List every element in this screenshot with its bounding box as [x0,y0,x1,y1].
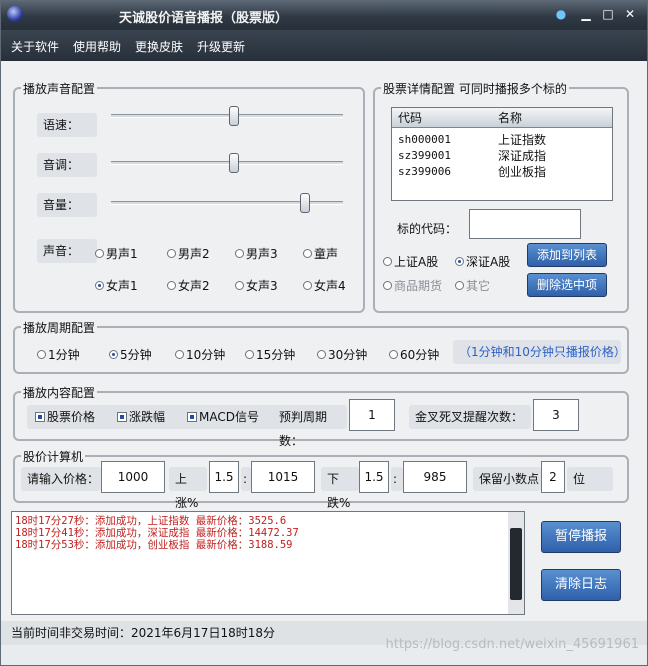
close-button[interactable]: ✕ [623,7,637,21]
period-option[interactable]: 60分钟 [389,346,439,363]
decimals-input[interactable]: 2 [541,461,565,493]
period-config-title: 播放周期配置 [21,319,98,336]
menu-update[interactable]: 升级更新 [197,38,245,55]
voice-option[interactable]: 女声2 [167,277,210,294]
volume-label: 音量： [37,193,97,217]
menu-skin[interactable]: 更换皮肤 [135,38,183,55]
volume-slider[interactable] [299,193,310,213]
stock-row[interactable]: sz399006 创业板指 [392,164,612,180]
decimals-label: 保留小数点 [473,467,541,491]
stock-row[interactable]: sh000001 上证指数 [392,132,612,148]
market-option[interactable]: 深证A股 [455,253,510,270]
code-input[interactable] [469,209,581,239]
down-colon: : [391,467,403,491]
app-logo-icon [7,6,23,22]
rate-slider-track [111,114,343,118]
column-name: 名称 [498,111,523,125]
sound-config-title: 播放声音配置 [21,80,98,97]
forecast-label: 预判周期数： [273,405,347,448]
log-scrollbar[interactable] [508,512,524,614]
period-option[interactable]: 15分钟 [245,346,295,363]
calculator-group: 股价计算机 请输入价格： 1000 上涨% 1.5 : 1015 下跌% 1.5… [13,448,629,510]
clear-log-button[interactable]: 清除日志 [541,569,621,601]
up-pct-input[interactable]: 1.5 [209,461,239,493]
content-config-title: 播放内容配置 [21,384,98,401]
stock-list[interactable]: 代码 名称 sh000001 上证指数 sz399001 深证成指 sz3990… [391,107,613,201]
content-config-group: 播放内容配置 股票价格 涨跌幅 MACD信号 预判周期数： 1 金叉死叉提醒次数… [13,384,629,448]
rate-label: 语速： [37,113,97,137]
content-item-change[interactable]: 涨跌幅 [117,405,165,429]
log-line: 18时17分53秒：添加成功，创业板指 最新价格：3188.59 [15,539,293,551]
content-items-panel: 股票价格 涨跌幅 MACD信号 [27,405,277,429]
stock-config-group: 股票详情配置 可同时播报多个标的 代码 名称 sh000001 上证指数 sz3… [373,80,629,313]
menu-help[interactable]: 使用帮助 [73,38,121,55]
up-label: 上涨% [169,467,207,510]
content-item-price[interactable]: 股票价格 [35,405,95,429]
up-result[interactable]: 1015 [251,461,315,493]
down-pct-input[interactable]: 1.5 [359,461,389,493]
stock-config-title: 股票详情配置 可同时播报多个标的 [381,80,569,97]
rate-slider[interactable] [228,106,239,126]
market-option[interactable]: 其它 [455,277,490,294]
log-line: 18时17分27秒：添加成功，上证指数 最新价格：3525.6 [15,515,287,527]
skin-icon[interactable]: ● [554,7,568,21]
market-option[interactable]: 上证A股 [383,253,438,270]
voice-option[interactable]: 女声4 [303,277,346,294]
pitch-slider[interactable] [228,153,239,173]
down-label: 下跌% [321,467,359,510]
watermark: https://blog.csdn.net/weixin_45691961 [385,637,639,652]
code-label: 标的代码： [397,222,458,236]
add-to-list-button[interactable]: 添加到列表 [527,243,607,267]
pitch-label: 音调： [37,153,97,177]
sound-config-group: 播放声音配置 语速： 音调： 音量： 声音： 男声1 男声2 男声3 童声 女声… [13,80,365,313]
log-scroll-thumb[interactable] [510,528,522,600]
period-config-group: 播放周期配置 1分钟 5分钟 10分钟 15分钟 30分钟 60分钟 （1分钟和… [13,319,629,374]
content-item-macd[interactable]: MACD信号 [187,405,259,429]
period-option[interactable]: 10分钟 [175,346,225,363]
market-option[interactable]: 商品期货 [383,277,442,294]
cross-label: 金叉死叉提醒次数： [409,405,531,429]
log-line: 18时17分41秒：添加成功，深证成指 最新价格：14472.37 [15,527,299,539]
period-hint: （1分钟和10分钟只播报价格） [453,340,626,364]
decimals-unit: 位 [567,467,613,491]
pause-button[interactable]: 暂停播报 [541,521,621,553]
voice-label: 声音： [37,239,97,263]
down-result[interactable]: 985 [403,461,467,493]
voice-option[interactable]: 女声1 [95,277,138,294]
window-title: 天诚股价语音播报（股票版） [119,11,289,26]
period-option[interactable]: 1分钟 [37,346,80,363]
voice-option[interactable]: 女声3 [235,277,278,294]
forecast-input[interactable]: 1 [349,399,395,431]
voice-option[interactable]: 男声1 [95,245,138,262]
stock-row[interactable]: sz399001 深证成指 [392,148,612,164]
minimize-button[interactable]: ▁ [579,7,593,21]
content-area: 播放声音配置 语速： 音调： 音量： 声音： 男声1 男声2 男声3 童声 女声… [1,61,647,621]
voice-option[interactable]: 男声2 [167,245,210,262]
main-window: 天诚股价语音播报（股票版） ● ▁ □ ✕ 关于软件 使用帮助 更换皮肤 升级更… [0,0,648,666]
period-option[interactable]: 30分钟 [317,346,367,363]
column-code: 代码 [398,111,423,125]
up-colon: : [241,467,251,491]
stock-list-header: 代码 名称 [392,108,612,128]
period-option[interactable]: 5分钟 [109,346,152,363]
voice-option[interactable]: 童声 [303,245,338,262]
title-bar: 天诚股价语音播报（股票版） ● ▁ □ ✕ [1,1,647,30]
voice-option[interactable]: 男声3 [235,245,278,262]
calculator-title: 股价计算机 [21,448,86,465]
cross-input[interactable]: 3 [533,399,579,431]
price-label: 请输入价格： [21,467,101,491]
delete-selected-button[interactable]: 删除选中项 [527,273,607,297]
log-area[interactable]: 18时17分27秒：添加成功，上证指数 最新价格：3525.6 18时17分41… [11,511,525,615]
menu-bar: 关于软件 使用帮助 更换皮肤 升级更新 [1,30,647,61]
price-input[interactable]: 1000 [101,461,165,493]
menu-about[interactable]: 关于软件 [11,38,59,55]
maximize-button[interactable]: □ [601,7,615,21]
pitch-slider-track [111,161,343,165]
